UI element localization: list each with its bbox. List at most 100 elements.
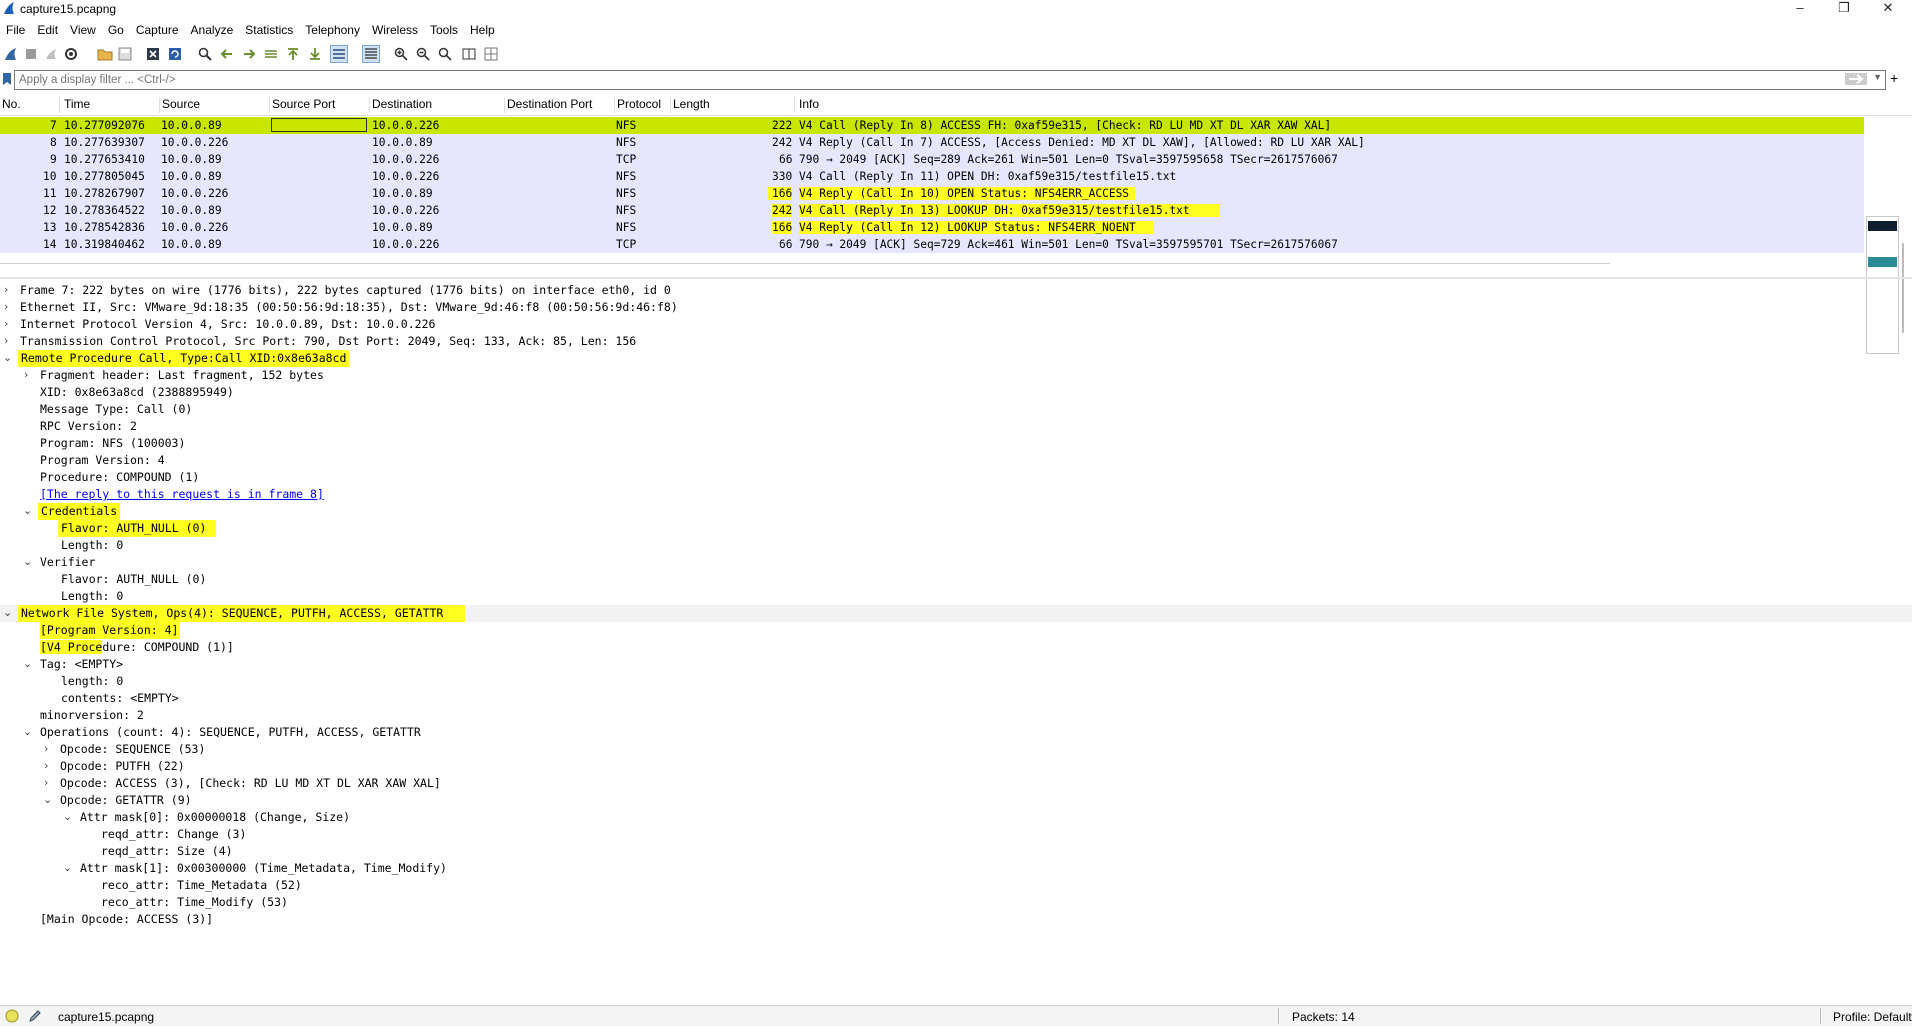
column-header-length[interactable]: Length [671,97,795,113]
collapse-arrow-icon[interactable]: ⌄ [23,725,32,738]
apply-filter-arrow-icon[interactable] [1845,73,1867,85]
tree-progver[interactable]: Program Version: 4 [40,452,165,469]
collapse-arrow-icon[interactable]: ⌄ [23,504,32,517]
tree-reply-link[interactable]: [The reply to this request is in frame 8… [40,486,324,503]
start-capture-button[interactable] [2,45,20,63]
collapse-arrow-icon[interactable]: ⌄ [3,606,12,619]
collapse-arrow-icon[interactable]: ⌄ [63,810,72,823]
packet-row[interactable]: 14 10.319840462 10.0.0.89 10.0.0.226 TCP… [0,236,1864,253]
menu-statistics[interactable]: Statistics [239,20,299,42]
tree-attr-mask-0[interactable]: Attr mask[0]: 0x00000018 (Change, Size) [80,809,350,826]
tree-reco-attr-modify[interactable]: reco_attr: Time_Modify (53) [101,894,288,911]
menu-go[interactable]: Go [102,20,130,42]
menu-capture[interactable]: Capture [130,20,185,42]
colorize-button[interactable] [362,45,380,63]
menu-view[interactable]: View [64,20,102,42]
go-back-button[interactable] [218,45,236,63]
first-packet-button[interactable] [284,45,302,63]
collapse-arrow-icon[interactable]: ⌄ [23,555,32,568]
status-profile[interactable]: Profile: Default [1833,1010,1912,1024]
display-filter-input[interactable] [19,72,1839,87]
packet-row[interactable]: 10 10.277805045 10.0.0.89 10.0.0.226 NFS… [0,168,1864,185]
expand-arrow-icon[interactable]: › [44,742,48,755]
tree-reqd-attr-change[interactable]: reqd_attr: Change (3) [101,826,246,843]
menu-telephony[interactable]: Telephony [299,20,366,42]
tree-op-getattr[interactable]: Opcode: GETATTR (9) [60,792,192,809]
menu-file[interactable]: File [0,20,31,42]
column-header-destination-port[interactable]: Destination Port [505,97,615,113]
close-file-button[interactable] [144,45,162,63]
expand-arrow-icon[interactable]: › [24,368,28,381]
tree-op-putfh[interactable]: Opcode: PUTFH (22) [60,758,185,775]
save-file-button[interactable] [116,45,134,63]
tree-minorversion[interactable]: minorversion: 2 [40,707,144,724]
tree-xid[interactable]: XID: 0x8e63a8cd (2388895949) [40,384,234,401]
column-header-destination[interactable]: Destination [370,97,505,113]
zoom-in-button[interactable] [392,45,410,63]
tree-tag-contents[interactable]: contents: <EMPTY> [61,690,179,707]
packet-row[interactable]: 8 10.277639307 10.0.0.226 10.0.0.89 NFS … [0,134,1864,151]
collapse-arrow-icon[interactable]: ⌄ [3,351,12,364]
tree-ip[interactable]: Internet Protocol Version 4, Src: 10.0.0… [20,316,435,333]
column-header-info[interactable]: Info [797,97,1857,113]
tree-msgtype[interactable]: Message Type: Call (0) [40,401,192,418]
close-button[interactable]: ✕ [1866,0,1910,18]
tree-procedure[interactable]: Procedure: COMPOUND (1) [40,469,199,486]
tree-reqd-attr-size[interactable]: reqd_attr: Size (4) [101,843,233,860]
tree-tcp[interactable]: Transmission Control Protocol, Src Port:… [20,333,636,350]
add-filter-button-icon[interactable]: + [1890,70,1898,86]
tree-ver-length[interactable]: Length: 0 [61,588,123,605]
tree-ver-flavor[interactable]: Flavor: AUTH_NULL (0) [61,571,206,588]
tree-attr-mask-1[interactable]: Attr mask[1]: 0x00300000 (Time_Metadata,… [80,860,447,877]
tree-tag-length[interactable]: length: 0 [61,673,123,690]
tree-op-sequence[interactable]: Opcode: SEQUENCE (53) [60,741,205,758]
tree-program[interactable]: Program: NFS (100003) [40,435,185,452]
autoscroll-button[interactable] [330,45,348,63]
expand-arrow-icon[interactable]: › [4,317,8,330]
packet-row[interactable]: 7 10.277092076 10.0.0.89 10.0.0.226 NFS … [0,117,1864,134]
filter-dropdown-icon[interactable]: ▼ [1873,72,1882,82]
open-file-button[interactable] [96,45,114,63]
packet-row[interactable]: 9 10.277653410 10.0.0.89 10.0.0.226 TCP … [0,151,1864,168]
stop-capture-button[interactable] [22,45,40,63]
column-header-protocol[interactable]: Protocol [615,97,671,113]
zoom-out-button[interactable] [414,45,432,63]
column-header-source[interactable]: Source [160,97,270,113]
expand-arrow-icon[interactable]: › [4,300,8,313]
menu-tools[interactable]: Tools [424,20,464,42]
tree-nfs-progver[interactable]: [Program Version: 4] [40,622,181,639]
tree-cred-length[interactable]: Length: 0 [61,537,123,554]
find-packet-button[interactable] [196,45,214,63]
menu-edit[interactable]: Edit [31,20,64,42]
menu-wireless[interactable]: Wireless [366,20,424,42]
tree-nfs[interactable]: Network File System, Ops(4): SEQUENCE, P… [18,605,466,622]
column-header-no[interactable]: No. [0,97,60,113]
tree-frame[interactable]: Frame 7: 222 bytes on wire (1776 bits), … [20,282,671,299]
bookmark-icon[interactable] [2,72,12,86]
restart-capture-button[interactable] [42,45,60,63]
go-to-packet-button[interactable] [262,45,280,63]
collapse-arrow-icon[interactable]: ⌄ [63,861,72,874]
reload-file-button[interactable] [166,45,184,63]
layout-button[interactable] [482,45,500,63]
tree-tag[interactable]: Tag: <EMPTY> [40,656,123,673]
tree-operations[interactable]: Operations (count: 4): SEQUENCE, PUTFH, … [40,724,421,741]
expand-arrow-icon[interactable]: › [44,759,48,772]
packet-row[interactable]: 12 10.278364522 10.0.0.89 10.0.0.226 NFS… [0,202,1864,219]
tree-v4-procedure[interactable]: [V4 Procedure: COMPOUND (1)] [40,639,234,656]
edit-comment-icon[interactable] [28,1009,42,1023]
tree-main-opcode[interactable]: [Main Opcode: ACCESS (3)] [40,911,213,928]
resize-columns-button[interactable] [460,45,478,63]
packet-row[interactable]: 11 10.278267907 10.0.0.226 10.0.0.89 NFS… [0,185,1864,202]
maximize-button[interactable]: ❐ [1822,0,1866,18]
menu-analyze[interactable]: Analyze [185,20,240,42]
tree-reco-attr-metadata[interactable]: reco_attr: Time_Metadata (52) [101,877,302,894]
menu-help[interactable]: Help [464,20,501,42]
expand-arrow-icon[interactable]: › [4,283,8,296]
column-header-source-port[interactable]: Source Port [270,97,370,113]
tree-verifier[interactable]: Verifier [40,554,95,571]
column-header-time[interactable]: Time [62,97,160,113]
packet-list-hscroll[interactable] [0,263,1610,264]
tree-ethernet[interactable]: Ethernet II, Src: VMware_9d:18:35 (00:50… [20,299,678,316]
tree-cred-flavor[interactable]: Flavor: AUTH_NULL (0) [58,520,217,537]
